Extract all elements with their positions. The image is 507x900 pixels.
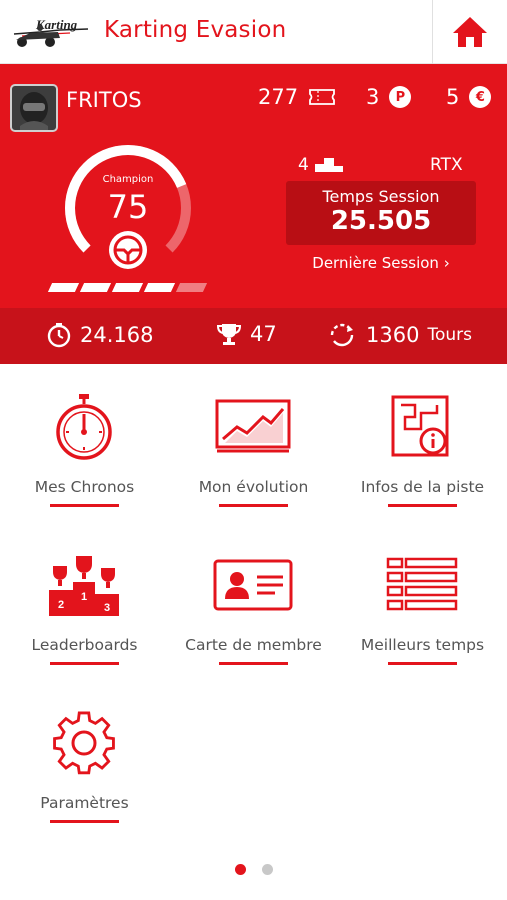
- points-count: 3: [366, 85, 380, 109]
- menu-label: Mes Chronos: [34, 478, 135, 496]
- app-header: Karting Karting Evasion: [0, 0, 507, 64]
- steering-wheel-icon: [109, 231, 147, 269]
- position-value: 4: [298, 155, 309, 175]
- menu-carte-membre[interactable]: Carte de membre: [169, 528, 338, 678]
- session-label: Temps Session: [322, 187, 440, 206]
- list-icon: [380, 550, 464, 620]
- menu-label: Infos de la piste: [360, 478, 485, 496]
- progress-segment: [175, 283, 208, 292]
- ticket-icon: [309, 89, 335, 105]
- menu-underline: [50, 662, 119, 665]
- session-time: 25.505: [330, 206, 432, 236]
- menu-label: Carte de membre: [185, 636, 322, 654]
- credits-stat: 5 €: [446, 85, 492, 109]
- svg-text:3: 3: [104, 602, 110, 614]
- menu-underline: [50, 820, 119, 823]
- menu-label: Leaderboards: [31, 636, 138, 654]
- profile-panel: FRITOS 277 3 P 5 € Champion 75 4 RTX Tem…: [0, 64, 507, 364]
- avatar[interactable]: [10, 84, 58, 132]
- page-dot-1[interactable]: [234, 864, 246, 875]
- menu-underline: [388, 504, 457, 507]
- kart-name: RTX: [430, 155, 463, 175]
- trophy-icon: [216, 324, 242, 345]
- stopwatch-small-icon: [47, 323, 71, 348]
- page-indicator: [0, 864, 507, 875]
- trophies-stat: 47: [216, 322, 277, 346]
- home-icon: [453, 17, 487, 47]
- chevron-right-icon: ›: [443, 254, 450, 272]
- last-session-link[interactable]: Dernière Session ›: [286, 254, 476, 272]
- best-time-stat: 24.168: [46, 322, 153, 348]
- menu-meilleurs-temps[interactable]: Meilleurs temps: [338, 528, 507, 678]
- karting-logo: Karting: [10, 14, 94, 50]
- position-stat: 4: [298, 155, 343, 175]
- tickets-count: 277: [258, 85, 299, 109]
- progress-segment: [79, 283, 112, 292]
- last-session-label: Dernière Session: [312, 254, 439, 272]
- credits-badge-icon: €: [469, 86, 492, 108]
- menu-mes-chronos[interactable]: Mes Chronos: [0, 370, 169, 520]
- menu-leaderboards[interactable]: 1 2 3 Leaderboards: [0, 528, 169, 678]
- level-label: Champion: [102, 174, 154, 185]
- svg-text:1: 1: [81, 591, 87, 603]
- svg-text:2: 2: [58, 599, 64, 611]
- menu-parametres[interactable]: Paramètres: [0, 686, 169, 836]
- session-time-box: Temps Session 25.505: [286, 181, 476, 245]
- trophies-value: 47: [250, 322, 277, 346]
- menu-underline: [50, 504, 119, 507]
- member-card-icon: [211, 550, 295, 620]
- track-info-icon: [380, 392, 464, 462]
- menu-infos-piste[interactable]: Infos de la piste: [338, 370, 507, 520]
- credits-count: 5: [446, 85, 460, 109]
- laps-loop-icon: [330, 323, 354, 347]
- progress-segment: [111, 283, 144, 292]
- progress-segment: [47, 283, 80, 292]
- home-button[interactable]: [432, 0, 507, 64]
- laps-stat: 1360 Tours: [326, 322, 472, 348]
- menu-underline: [219, 662, 288, 665]
- level-progress-bar: [47, 283, 208, 292]
- progress-segment: [143, 283, 176, 292]
- laps-unit: Tours: [427, 325, 472, 345]
- stats-bar: 24.168 47 1360 Tours: [0, 308, 507, 364]
- podium-icon: 1 2 3: [42, 550, 126, 620]
- laps-value: 1360: [366, 323, 420, 347]
- chart-icon: [211, 392, 295, 462]
- menu-underline: [388, 662, 457, 665]
- app-title: Karting Evasion: [104, 17, 287, 43]
- username: FRITOS: [66, 88, 142, 112]
- podium-small-icon: [314, 158, 343, 172]
- menu-label: Mon évolution: [198, 478, 309, 496]
- menu-underline: [219, 504, 288, 507]
- menu-label: Meilleurs temps: [360, 636, 485, 654]
- best-time-value: 24.168: [80, 323, 154, 347]
- stopwatch-icon: [42, 392, 126, 462]
- menu-label: Paramètres: [40, 794, 129, 812]
- page-dot-2[interactable]: [261, 864, 273, 875]
- points-stat: 3 P: [366, 85, 412, 109]
- level-value: 75: [107, 188, 149, 226]
- tickets-stat: 277: [258, 85, 336, 109]
- points-badge-icon: P: [389, 86, 412, 108]
- menu-mon-evolution[interactable]: Mon évolution: [169, 370, 338, 520]
- gear-icon: [42, 708, 126, 778]
